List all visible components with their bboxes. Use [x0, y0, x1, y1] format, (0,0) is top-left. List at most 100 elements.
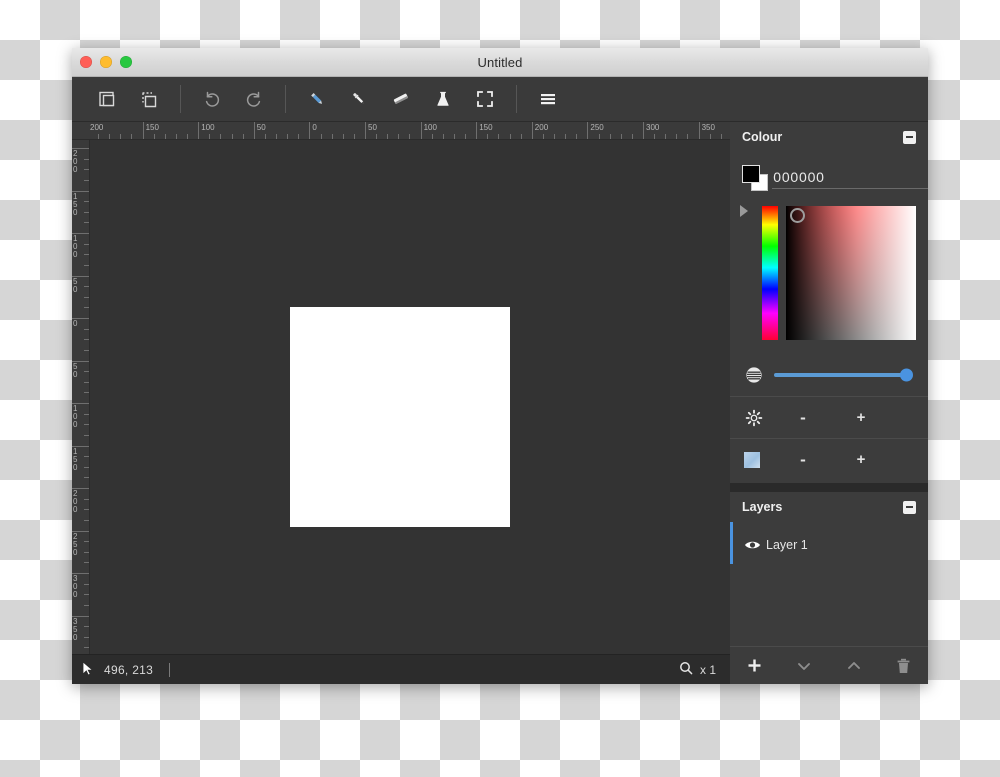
- arrow-pointer-icon: [82, 660, 94, 679]
- redo-icon[interactable]: [233, 77, 275, 122]
- foreground-colour-swatch[interactable]: [742, 165, 760, 183]
- list-item[interactable]: Layer 1: [730, 522, 928, 564]
- ruler-tick: [576, 134, 578, 139]
- ruler-tick: [353, 134, 355, 139]
- pencil-tool-icon[interactable]: [296, 77, 338, 122]
- ruler-tick: [84, 413, 89, 415]
- status-right-group: x 1: [679, 661, 716, 678]
- vertical-ruler[interactable]: 2001501005005010015020025030035040: [72, 140, 90, 654]
- eraser-tool-icon[interactable]: [380, 77, 422, 122]
- ruler-tick: [84, 339, 89, 341]
- ruler-tick: [487, 134, 489, 139]
- ruler-tick: [442, 134, 444, 139]
- opacity-slider[interactable]: [774, 368, 913, 382]
- ruler-and-canvas: 2001501005005010015020025030035040045050…: [72, 122, 730, 654]
- colour-panel-title: Colour: [742, 130, 783, 144]
- hex-colour-input[interactable]: [772, 167, 928, 189]
- delete-layer-button[interactable]: [879, 647, 929, 685]
- ruler-tick: [453, 134, 455, 139]
- ruler-tick: [84, 541, 89, 543]
- ruler-mark: 50: [365, 122, 377, 139]
- status-divider: [169, 662, 171, 677]
- ruler-tick: [84, 583, 89, 585]
- window-controls: [80, 56, 132, 68]
- opacity-icon: [744, 365, 774, 385]
- ruler-tick: [84, 551, 89, 553]
- ruler-tick: [320, 134, 322, 139]
- move-layer-up-button[interactable]: [829, 647, 879, 685]
- eyedropper-tool-icon[interactable]: [338, 77, 380, 122]
- close-button[interactable]: [80, 56, 92, 68]
- ruler-mark: 300: [643, 122, 659, 139]
- colour-panel-collapse-button[interactable]: [903, 130, 916, 144]
- menu-icon[interactable]: [527, 77, 569, 122]
- toolbar: [72, 77, 928, 122]
- ruler-tick: [665, 134, 667, 139]
- ruler-tick: [84, 424, 89, 426]
- ruler-tick: [84, 498, 89, 500]
- workspace: 2001501005005010015020025030035040045050…: [72, 122, 928, 684]
- resize-canvas-icon[interactable]: [128, 77, 170, 122]
- ruler-tick: [84, 254, 89, 256]
- maximize-button[interactable]: [120, 56, 132, 68]
- ruler-tick: [164, 134, 166, 139]
- ruler-tick: [153, 134, 155, 139]
- new-image-icon[interactable]: [86, 77, 128, 122]
- ruler-tick: [620, 134, 622, 139]
- ruler-tick: [565, 134, 567, 139]
- ruler-tick: [175, 134, 177, 139]
- minimize-button[interactable]: [100, 56, 112, 68]
- ruler-tick: [687, 134, 689, 139]
- hue-strip[interactable]: [762, 206, 778, 340]
- brush-size-decrease-button[interactable]: -: [774, 408, 832, 428]
- canvas-viewport[interactable]: [90, 140, 730, 654]
- layer-name-label: Layer 1: [766, 538, 808, 552]
- add-layer-button[interactable]: [730, 647, 780, 685]
- ruler-tick: [520, 134, 522, 139]
- layers-panel-collapse-button[interactable]: [903, 500, 916, 514]
- ruler-tick: [676, 134, 678, 139]
- brush-size-icon: [744, 408, 774, 428]
- layers-list: Layer 1: [730, 522, 928, 646]
- ruler-mark: 150: [142, 122, 159, 139]
- toolbar-divider-3: [516, 85, 517, 113]
- ruler-tick: [84, 296, 89, 298]
- colour-picker-cursor[interactable]: [790, 208, 805, 223]
- pixel-grid-increase-button[interactable]: +: [832, 451, 890, 468]
- magnifier-icon[interactable]: [679, 661, 693, 678]
- saturation-value-field[interactable]: [786, 206, 916, 340]
- ruler-mark: 150: [476, 122, 493, 139]
- ruler-tick: [542, 134, 544, 139]
- ruler-tick: [331, 134, 333, 139]
- eye-icon[interactable]: [738, 539, 766, 551]
- ruler-tick: [84, 562, 89, 564]
- opacity-slider-knob[interactable]: [900, 368, 913, 382]
- undo-icon[interactable]: [191, 77, 233, 122]
- toolbar-divider-2: [285, 85, 286, 113]
- ruler-tick: [498, 134, 500, 139]
- ruler-tick: [242, 134, 244, 139]
- pixel-grid-control: - +: [730, 438, 928, 480]
- ruler-mark: 350: [698, 122, 715, 139]
- ruler-tick: [554, 134, 556, 139]
- fill-tool-icon[interactable]: [422, 77, 464, 122]
- ruler-tick: [84, 158, 89, 160]
- ruler-tick: [220, 134, 222, 139]
- horizontal-ruler[interactable]: 2001501005005010015020025030035040045050: [72, 122, 730, 140]
- pixel-grid-decrease-button[interactable]: -: [774, 450, 832, 470]
- ruler-mark: 50: [253, 122, 266, 139]
- canvas-column: 2001501005005010015020025030035040045050…: [72, 122, 730, 684]
- brush-size-increase-button[interactable]: +: [832, 409, 890, 426]
- colour-panel: Colour #: [730, 122, 928, 483]
- ruler-tick: [84, 477, 89, 479]
- ruler-tick: [209, 134, 211, 139]
- brush-size-control: - +: [730, 396, 928, 438]
- move-layer-down-button[interactable]: [780, 647, 830, 685]
- ruler-tick: [84, 169, 89, 171]
- canvas-sheet[interactable]: [290, 307, 510, 527]
- ruler-tick: [231, 134, 233, 139]
- colour-picker-row: [730, 198, 928, 344]
- ruler-tick: [342, 134, 344, 139]
- ruler-tick: [84, 222, 89, 224]
- fullscreen-icon[interactable]: [464, 77, 506, 122]
